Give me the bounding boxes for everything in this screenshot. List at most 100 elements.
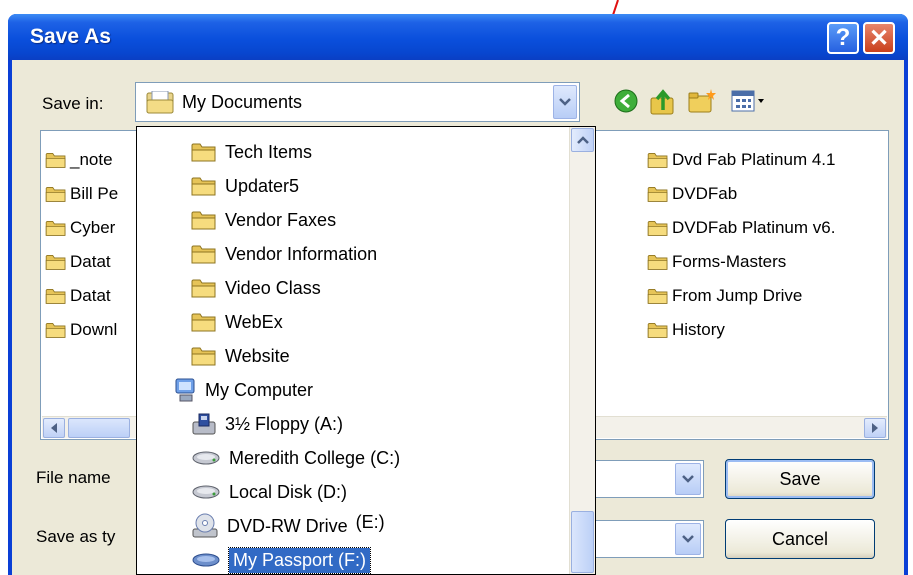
drive-letter: (E:) xyxy=(355,511,385,532)
folder-icon xyxy=(45,253,67,271)
external-drive-icon xyxy=(191,551,221,569)
dropdown-item-label: WebEx xyxy=(225,311,283,332)
my-documents-icon xyxy=(146,91,174,114)
list-item[interactable]: _note xyxy=(45,145,145,175)
dropdown-drive-item[interactable]: DVD-RW Drive (E:) xyxy=(191,509,385,543)
file-item-label: Dvd Fab Platinum 4.1 xyxy=(672,150,836,169)
hard-disk-icon xyxy=(191,449,221,467)
file-item-label: From Jump Drive xyxy=(672,286,803,305)
save-as-type-combobox[interactable] xyxy=(592,520,704,558)
scroll-up-button[interactable] xyxy=(571,128,594,152)
list-item[interactable]: DVDFab Platinum v6. xyxy=(647,213,889,243)
list-item[interactable]: Dvd Fab Platinum 4.1 xyxy=(647,145,889,175)
back-icon[interactable] xyxy=(613,88,639,114)
dropdown-folder-item[interactable]: WebEx xyxy=(191,305,283,339)
file-item-label: _note xyxy=(70,150,113,169)
view-menu-icon[interactable] xyxy=(730,88,770,114)
title-bar[interactable]: Save As ? ✕ xyxy=(8,14,908,60)
dropdown-folder-item[interactable]: Vendor Information xyxy=(191,237,377,271)
list-item[interactable]: Datat xyxy=(45,247,145,277)
folder-icon xyxy=(191,345,217,367)
up-folder-icon[interactable] xyxy=(649,88,677,116)
dialog-title: Save As xyxy=(30,25,111,48)
dropdown-folder-item[interactable]: Updater5 xyxy=(191,169,299,203)
folder-icon xyxy=(191,175,217,197)
cancel-button[interactable]: Cancel xyxy=(725,519,875,559)
help-button[interactable]: ? xyxy=(827,22,859,54)
dropdown-item-label: 3½ Floppy (A:) xyxy=(225,413,344,434)
folder-icon xyxy=(647,321,669,339)
dropdown-item-label: Meredith College (C:) xyxy=(229,447,401,468)
file-name-label: File name xyxy=(36,468,111,487)
dropdown-folder-item[interactable]: Website xyxy=(191,339,290,373)
chevron-down-icon xyxy=(682,475,694,483)
list-item[interactable]: Downl xyxy=(45,315,145,345)
dropdown-item-label: Video Class xyxy=(225,277,321,298)
dropdown-item-label: My Computer xyxy=(205,379,314,400)
file-item-label: Cyber xyxy=(70,218,116,237)
close-button[interactable]: ✕ xyxy=(863,22,895,54)
list-item[interactable]: Bill Pe xyxy=(45,179,145,209)
dropdown-item-label: Local Disk (D:) xyxy=(229,481,348,502)
scroll-left-button[interactable] xyxy=(43,418,65,438)
list-item[interactable]: DVDFab xyxy=(647,179,889,209)
chevron-up-icon xyxy=(576,136,589,144)
dropdown-item-label: Vendor Faxes xyxy=(225,209,337,230)
vertical-scroll-thumb[interactable] xyxy=(571,511,594,573)
list-item[interactable]: Cyber xyxy=(45,213,145,243)
file-name-combobox[interactable] xyxy=(592,460,704,498)
dropdown-item-label: Updater5 xyxy=(225,175,300,196)
dropdown-folder-item[interactable]: Tech Items xyxy=(191,135,312,169)
save-in-combobox[interactable]: My Documents xyxy=(135,82,580,122)
save-as-type-dropdown-button[interactable] xyxy=(675,523,701,555)
dropdown-item-label: Tech Items xyxy=(225,141,313,162)
file-item-label: DVDFab xyxy=(672,184,738,203)
horizontal-scroll-thumb[interactable] xyxy=(68,418,130,438)
dropdown-my-computer-item[interactable]: My Computer xyxy=(173,373,313,407)
folder-icon xyxy=(191,311,217,333)
dropdown-item-label: My Passport (F:) xyxy=(227,546,372,574)
file-name-dropdown-button[interactable] xyxy=(675,463,701,495)
list-item[interactable]: History xyxy=(647,315,889,345)
dropdown-drive-item[interactable]: My Passport (F:) xyxy=(191,543,372,575)
computer-icon xyxy=(173,377,197,403)
vertical-scrollbar[interactable] xyxy=(569,127,595,574)
dropdown-folder-item[interactable]: Video Class xyxy=(191,271,321,305)
folder-icon xyxy=(45,185,67,203)
folder-icon xyxy=(647,287,669,305)
arrow-right-icon xyxy=(872,423,878,433)
folder-icon xyxy=(191,243,217,265)
folder-icon xyxy=(647,253,669,271)
scroll-right-button[interactable] xyxy=(864,418,886,438)
hard-disk-icon xyxy=(191,483,221,501)
file-item-label: DVDFab Platinum v6. xyxy=(672,218,836,237)
dropdown-item-label: Vendor Information xyxy=(225,243,378,264)
file-item-label: Forms-Masters xyxy=(672,252,787,271)
folder-icon xyxy=(45,321,67,339)
save-in-value: My Documents xyxy=(182,92,303,112)
new-folder-icon[interactable] xyxy=(687,88,717,114)
chevron-down-icon xyxy=(682,535,694,543)
chevron-down-icon xyxy=(559,98,571,106)
file-item-label: Downl xyxy=(70,320,118,339)
dropdown-drive-item[interactable]: 3½ Floppy (A:) xyxy=(191,407,343,441)
dvd-drive-icon xyxy=(191,513,219,539)
dropdown-item-label: Website xyxy=(225,345,290,366)
save-button[interactable]: Save xyxy=(725,459,875,499)
folder-icon xyxy=(45,151,67,169)
dropdown-folder-item[interactable]: Vendor Faxes xyxy=(191,203,336,237)
dropdown-drive-item[interactable]: Meredith College (C:) xyxy=(191,441,400,475)
floppy-drive-icon xyxy=(191,412,217,436)
file-item-label: Datat xyxy=(70,286,111,305)
folder-icon xyxy=(45,287,67,305)
save-in-dropdown-button[interactable] xyxy=(553,85,577,119)
folder-icon xyxy=(191,209,217,231)
folder-icon xyxy=(45,219,67,237)
save-in-label: Save in: xyxy=(42,94,104,113)
list-item[interactable]: Datat xyxy=(45,281,145,311)
dropdown-drive-item[interactable]: Local Disk (D:) xyxy=(191,475,347,509)
list-item[interactable]: From Jump Drive xyxy=(647,281,889,311)
file-item-label: Datat xyxy=(70,252,111,271)
save-in-dropdown-list[interactable]: Tech Items Updater5 Vendor Faxes Vendor Inf… xyxy=(136,126,596,575)
list-item[interactable]: Forms-Masters xyxy=(647,247,889,277)
